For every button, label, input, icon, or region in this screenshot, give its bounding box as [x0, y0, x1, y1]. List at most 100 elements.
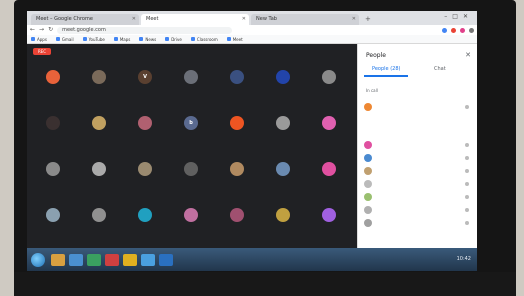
browser-tab[interactable]: Meet – Google Chrome ✕ — [31, 14, 139, 25]
participant-avatar — [92, 116, 106, 130]
forward-icon[interactable]: → — [39, 25, 44, 35]
participant-avatar — [276, 70, 290, 84]
close-icon[interactable]: ✕ — [465, 51, 471, 59]
avatar — [364, 103, 372, 111]
participant-row[interactable] — [364, 218, 472, 228]
participant-avatar — [92, 70, 106, 84]
participant-tile[interactable] — [263, 154, 303, 184]
participant-tile[interactable] — [79, 62, 119, 92]
browser-tab-active[interactable]: Meet ✕ — [141, 14, 249, 25]
participant-tile[interactable] — [125, 108, 165, 138]
bookmark-icon — [55, 37, 60, 41]
mic-icon[interactable] — [465, 182, 469, 186]
bookmark[interactable]: News — [139, 37, 156, 42]
extension-icon[interactable] — [442, 27, 447, 33]
tab-chat[interactable]: Chat — [434, 66, 446, 72]
participant-avatar — [184, 208, 198, 222]
taskbar-app-icon[interactable] — [159, 253, 173, 266]
participant-tile[interactable] — [217, 62, 257, 92]
participant-tile[interactable] — [263, 108, 303, 138]
taskbar-app-icon[interactable] — [123, 253, 137, 266]
participant-avatar — [46, 162, 60, 176]
participant-row[interactable] — [364, 166, 472, 176]
participant-avatar — [138, 162, 152, 176]
windows-taskbar: 10:42 — [27, 248, 477, 271]
participant-tile[interactable] — [171, 200, 211, 230]
people-panel: People ✕ People (28) Chat In call — [357, 44, 477, 248]
mic-icon[interactable] — [465, 169, 469, 173]
back-icon[interactable]: ← — [30, 25, 35, 35]
participant-tile[interactable] — [79, 154, 119, 184]
participant-tile[interactable] — [125, 154, 165, 184]
participant-avatar — [138, 208, 152, 222]
participant-tile[interactable] — [263, 200, 303, 230]
close-icon[interactable]: ✕ — [352, 14, 356, 25]
bookmark-icon — [226, 37, 231, 41]
menu-icon[interactable] — [469, 27, 474, 33]
mic-icon[interactable] — [465, 208, 469, 212]
participant-row[interactable] — [364, 179, 472, 189]
participant-avatar — [322, 208, 336, 222]
mic-icon[interactable] — [465, 221, 469, 225]
browser-tab[interactable]: New Tab ✕ — [251, 14, 359, 25]
screen: Meet – Google Chrome ✕ Meet ✕ New Tab ✕ … — [27, 11, 477, 271]
tab-people[interactable]: People (28) — [372, 66, 400, 72]
extension-icon[interactable] — [451, 27, 456, 33]
more-icon[interactable] — [465, 105, 469, 109]
participant-tile[interactable] — [79, 108, 119, 138]
meet-video-grid: REC Vb — [27, 44, 357, 248]
participant-tile[interactable] — [217, 200, 257, 230]
participant-tile[interactable] — [263, 62, 303, 92]
mic-icon[interactable] — [465, 143, 469, 147]
reload-icon[interactable]: ↻ — [48, 25, 53, 35]
participant-tile[interactable] — [309, 108, 349, 138]
participant-tile[interactable] — [171, 154, 211, 184]
participant-tile[interactable] — [33, 108, 73, 138]
mic-icon[interactable] — [465, 195, 469, 199]
taskbar-app-icon[interactable] — [141, 253, 155, 266]
participant-tile[interactable] — [171, 62, 211, 92]
participant-tile[interactable] — [79, 200, 119, 230]
bookmark[interactable]: Gmail — [55, 37, 74, 42]
recording-badge: REC — [33, 48, 51, 55]
profile-avatar[interactable] — [460, 27, 465, 33]
avatar — [364, 219, 372, 227]
bookmark[interactable]: Maps — [113, 37, 130, 42]
participant-tile[interactable] — [309, 200, 349, 230]
participant-row-host[interactable] — [364, 102, 472, 112]
start-button[interactable] — [31, 252, 45, 267]
participant-row[interactable] — [364, 205, 472, 215]
bookmark-icon — [31, 37, 35, 41]
url-field[interactable]: meet.google.com — [57, 26, 233, 34]
participant-tile[interactable] — [217, 108, 257, 138]
bookmark[interactable]: Drive — [165, 37, 182, 42]
close-icon[interactable]: ✕ — [242, 14, 246, 25]
bookmark[interactable]: Classroom — [190, 37, 218, 42]
participant-tile[interactable] — [309, 62, 349, 92]
close-icon[interactable]: ✕ — [132, 14, 136, 25]
bookmark[interactable]: Meet — [226, 37, 243, 42]
bookmark[interactable]: Apps — [31, 37, 47, 42]
taskbar-app-icon[interactable] — [105, 253, 119, 266]
avatar — [364, 180, 372, 188]
participant-tile[interactable]: b — [171, 108, 211, 138]
taskbar-app-icon[interactable] — [69, 253, 83, 266]
participant-row[interactable] — [364, 140, 472, 150]
participant-tile[interactable]: V — [125, 62, 165, 92]
bookmark[interactable]: YouTube — [82, 37, 105, 42]
mic-icon[interactable] — [465, 156, 469, 160]
window-controls[interactable]: –□✕ — [444, 13, 473, 20]
participant-tile[interactable] — [217, 154, 257, 184]
participant-tile[interactable] — [309, 154, 349, 184]
participant-row[interactable] — [364, 192, 472, 202]
participant-avatar — [46, 208, 60, 222]
taskbar-app-icon[interactable] — [87, 253, 101, 266]
participant-tile[interactable] — [33, 200, 73, 230]
participant-tile[interactable] — [33, 62, 73, 92]
bookmark-icon — [82, 37, 87, 41]
participant-row[interactable] — [364, 153, 472, 163]
participant-tile[interactable] — [33, 154, 73, 184]
taskbar-app-icon[interactable] — [51, 253, 65, 266]
new-tab-icon[interactable]: + — [361, 14, 375, 25]
participant-tile[interactable] — [125, 200, 165, 230]
